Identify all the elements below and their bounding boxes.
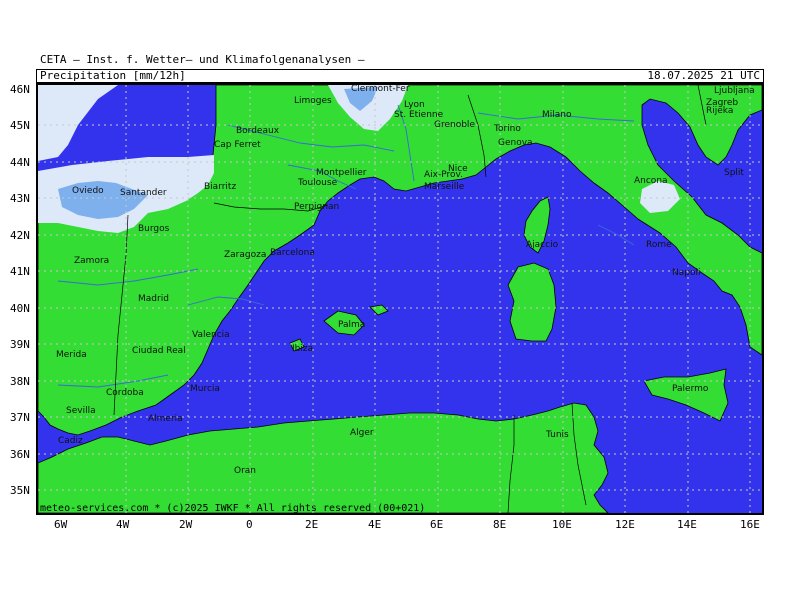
city-label: Madrid <box>138 294 169 304</box>
precipitation-map: Clermont-Fer Limoges Lyon St. Etienne Bo… <box>38 85 762 513</box>
copyright-footer: meteo-services.com * (c)2025 IWKF * All … <box>40 503 426 514</box>
lon-label: 4W <box>116 518 130 531</box>
lat-label: 35N <box>10 484 30 497</box>
lon-label: 4E <box>368 518 382 531</box>
city-label: Alger <box>350 428 374 438</box>
city-label: Cap Ferret <box>214 140 261 150</box>
city-label: Zaragoza <box>224 250 266 260</box>
lon-label: 2E <box>305 518 319 531</box>
lon-label: 16E <box>740 518 760 531</box>
lat-label: 43N <box>10 192 30 205</box>
city-label: Montpellier <box>316 168 367 178</box>
city-label: Oviedo <box>72 186 104 196</box>
city-label: Genova <box>498 138 533 148</box>
lon-label: 14E <box>677 518 697 531</box>
lat-label: 46N <box>10 83 30 96</box>
city-label: Perpignan <box>294 202 339 212</box>
city-label: Ciudad Real <box>132 346 186 356</box>
sardinia <box>507 262 557 342</box>
city-label: Tunis <box>545 430 569 440</box>
city-label: Santander <box>120 188 167 198</box>
city-label: Murcia <box>190 384 220 394</box>
lon-label: 6W <box>54 518 68 531</box>
city-label: Toulouse <box>297 178 338 188</box>
lon-label: 12E <box>615 518 635 531</box>
city-label: Almeria <box>148 414 183 424</box>
city-label: Split <box>724 168 744 178</box>
lon-label: 10E <box>552 518 572 531</box>
lat-label: 44N <box>10 156 30 169</box>
lat-label: 42N <box>10 229 30 242</box>
city-label: Bordeaux <box>236 126 280 136</box>
city-label: Ajaccio <box>526 240 559 250</box>
city-label: Ibiza <box>292 344 313 354</box>
valid-datetime: 18.07.2025 21 UTC <box>647 69 760 82</box>
city-label: Barcelona <box>270 248 315 258</box>
lon-label: 0 <box>246 518 253 531</box>
lat-label: 40N <box>10 302 30 315</box>
city-label: Milano <box>542 110 572 120</box>
city-label: Sevilla <box>66 406 96 416</box>
lat-label: 38N <box>10 375 30 388</box>
lon-label: 8E <box>493 518 507 531</box>
parameter-title: Precipitation [mm/12h] <box>40 69 186 82</box>
city-label: Rome <box>646 240 672 250</box>
city-label: St. Etienne <box>394 110 444 120</box>
city-label: Marseille <box>424 182 465 192</box>
lat-label: 41N <box>10 265 30 278</box>
lon-label: 6E <box>430 518 444 531</box>
map-frame: Clermont-Fer Limoges Lyon St. Etienne Bo… <box>36 83 764 515</box>
city-label: Palma <box>338 320 365 330</box>
city-label: Valencia <box>192 330 230 340</box>
lat-label: 39N <box>10 338 30 351</box>
lat-label: 37N <box>10 411 30 424</box>
lat-label: 36N <box>10 448 30 461</box>
city-label: Biarritz <box>204 182 236 192</box>
city-label: Cordoba <box>106 388 144 398</box>
lon-label: 2W <box>179 518 193 531</box>
city-label: Ljubljana <box>714 86 755 96</box>
city-label: Zamora <box>74 256 109 266</box>
city-label: Burgos <box>138 224 170 234</box>
city-label: Napoli <box>672 268 700 278</box>
city-label: Oran <box>234 466 256 476</box>
city-label: Merida <box>56 350 87 360</box>
lat-label: 45N <box>10 119 30 132</box>
city-label: Palermo <box>672 384 709 394</box>
city-label: Aix-Prov. <box>424 170 463 180</box>
city-label: Ancona <box>634 176 668 186</box>
city-label: Cadiz <box>58 436 83 446</box>
title-bar: Precipitation [mm/12h] 18.07.2025 21 UTC <box>36 69 764 83</box>
city-label: Grenoble <box>434 120 475 130</box>
city-label: Rijeka <box>706 106 733 116</box>
city-label: Lyon <box>404 100 425 110</box>
city-label: Limoges <box>294 96 332 106</box>
institute-header: CETA — Inst. f. Wetter— und Klimafolgena… <box>40 53 365 66</box>
city-label: Torino <box>493 124 521 134</box>
city-label: Clermont-Fer <box>351 85 410 94</box>
